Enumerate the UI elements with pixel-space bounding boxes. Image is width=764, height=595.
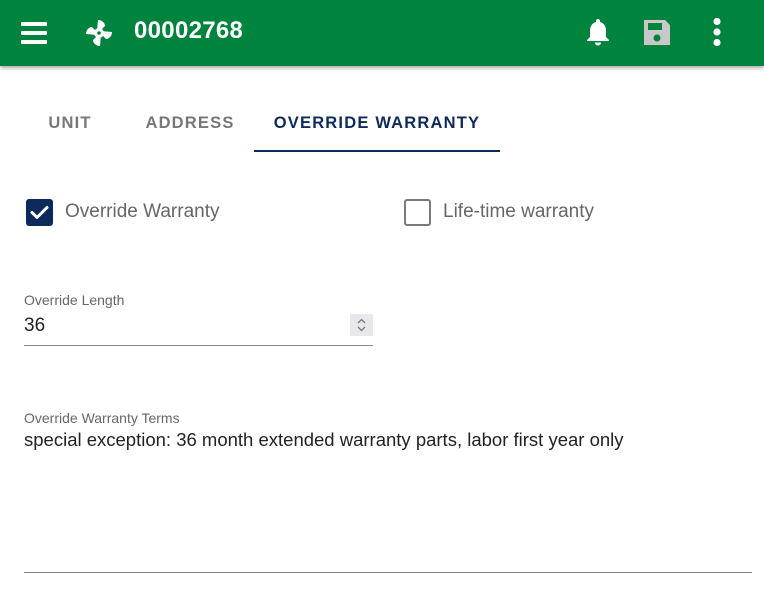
tab-override-warranty[interactable]: OVERRIDE WARRANTY (254, 95, 500, 152)
checkmark-icon (30, 205, 49, 219)
override-length-input[interactable]: 36 (24, 312, 373, 346)
fan-logo-icon (86, 20, 112, 46)
override-terms-underline (24, 572, 752, 573)
override-warranty-label: Override Warranty (65, 201, 220, 222)
up-down-chevron-icon (357, 318, 366, 332)
lifetime-warranty-checkbox-row[interactable]: Life-time warranty (404, 198, 594, 226)
more-vert-icon (713, 17, 721, 47)
override-length-spinner[interactable] (350, 314, 373, 336)
more-options-button[interactable] (700, 15, 734, 49)
save-icon (644, 20, 670, 45)
app-bar: 00002768 (0, 0, 764, 66)
override-terms-textarea[interactable]: special exception: 36 month extended war… (24, 429, 624, 451)
tab-unit[interactable]: UNIT (28, 95, 112, 152)
lifetime-warranty-checkbox[interactable] (404, 198, 431, 226)
override-length-value[interactable]: 36 (24, 315, 45, 337)
override-length-label: Override Length (24, 292, 125, 308)
record-title: 00002768 (134, 17, 244, 44)
bell-icon (587, 19, 609, 46)
tab-address[interactable]: ADDRESS (130, 95, 250, 152)
override-warranty-checkbox-row[interactable]: Override Warranty (26, 198, 220, 226)
lifetime-warranty-label: Life-time warranty (443, 201, 594, 222)
tab-bar: UNIT ADDRESS OVERRIDE WARRANTY (0, 95, 764, 152)
notifications-button[interactable] (581, 15, 615, 49)
menu-button[interactable] (20, 20, 48, 46)
save-button[interactable] (640, 15, 674, 49)
override-warranty-checkbox[interactable] (26, 198, 53, 226)
override-terms-label: Override Warranty Terms (24, 410, 180, 426)
